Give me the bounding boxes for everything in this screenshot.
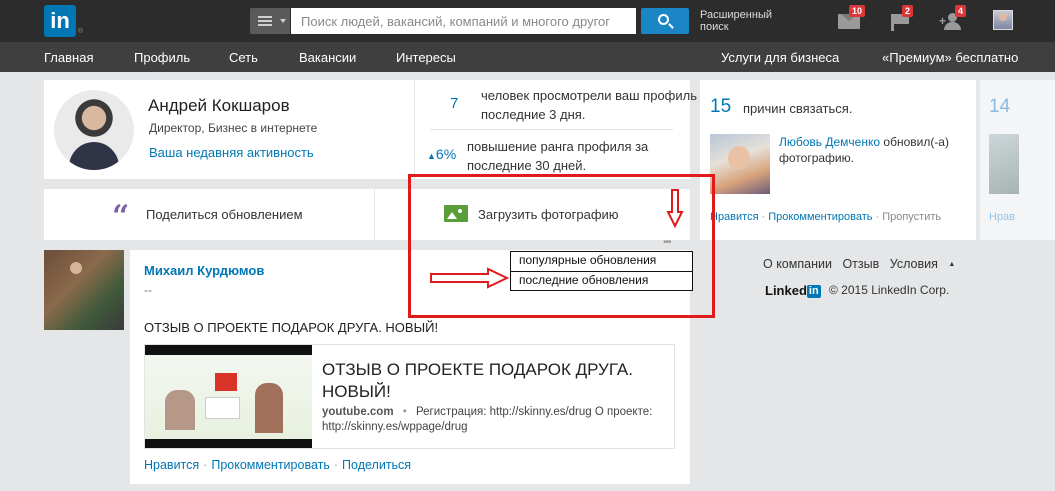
- reasons-label[interactable]: причин связаться.: [743, 101, 852, 116]
- share-divider: [374, 189, 375, 240]
- footer-terms[interactable]: Условия ▲: [890, 257, 963, 271]
- post-author-avatar[interactable]: [44, 250, 124, 330]
- feed-sort-menu: популярные обновления последние обновлен…: [510, 251, 693, 291]
- search-button[interactable]: [641, 8, 689, 34]
- profile-views-count[interactable]: 7: [450, 95, 458, 112]
- reasons-count-next[interactable]: 14: [989, 96, 1010, 118]
- nav-premium[interactable]: «Премиум» бесплатно: [882, 50, 1018, 65]
- rc-skip-button[interactable]: Пропустить: [882, 211, 941, 223]
- connection-actions: Нравится · Прокомментировать · Пропустить: [710, 211, 942, 223]
- arrow-up-icon: ▲: [427, 151, 436, 161]
- stats-divider: [430, 129, 673, 130]
- connection-avatar[interactable]: [710, 134, 770, 194]
- caret-up-icon: ▲: [948, 261, 956, 268]
- rank-change-text[interactable]: повышение ранга профиля за последние 30 …: [467, 137, 712, 175]
- copyright: © 2015 LinkedIn Corp.: [829, 283, 950, 297]
- nav-business-services[interactable]: Услуги для бизнеса: [721, 50, 839, 65]
- preview-source: youtube.com: [322, 406, 394, 418]
- sort-recent-option[interactable]: последние обновления: [511, 271, 692, 290]
- menu-icon: [258, 16, 272, 26]
- profile-name[interactable]: Андрей Кокшаров: [148, 96, 290, 116]
- rc-like-button[interactable]: Нравится: [710, 211, 759, 223]
- connection-update: Любовь Демченко обновил(-а) фотографию.: [779, 134, 969, 166]
- search-icon: [658, 14, 669, 25]
- search-input[interactable]: [291, 8, 636, 34]
- post-actions: Нравится · Прокомментировать · Поделиться: [144, 458, 412, 472]
- messages-button[interactable]: 10: [838, 5, 866, 30]
- preview-meta: youtube.com • Регистрация: http://skinny…: [322, 406, 653, 433]
- share-update-button[interactable]: Поделиться обновлением: [146, 207, 303, 222]
- account-avatar[interactable]: [993, 10, 1013, 30]
- connection-avatar-next[interactable]: [989, 134, 1019, 194]
- linkedin-logo[interactable]: in: [44, 5, 76, 37]
- nav-interests[interactable]: Интересы: [396, 50, 456, 65]
- rc2-like-button[interactable]: Нрав: [989, 211, 1015, 223]
- footer-about[interactable]: О компании: [763, 257, 832, 271]
- profile-views-text[interactable]: человек просмотрели ваш профиль за после…: [481, 86, 726, 124]
- like-button[interactable]: Нравится: [144, 458, 199, 472]
- nav-profile[interactable]: Профиль: [134, 50, 190, 65]
- post-author-name[interactable]: Михаил Курдюмов: [144, 263, 264, 278]
- profile-avatar[interactable]: [54, 90, 134, 170]
- quote-icon: “: [112, 199, 130, 234]
- profile-headline: Директор, Бизнес в интернете: [149, 121, 318, 135]
- footer-feedback[interactable]: Отзыв: [842, 257, 879, 271]
- comment-button[interactable]: Прокомментировать: [211, 458, 330, 472]
- post-text: ОТЗЫВ О ПРОЕКТЕ ПОДАРОК ДРУГА. НОВЫЙ!: [144, 320, 439, 335]
- video-thumbnail[interactable]: [145, 345, 312, 448]
- reasons-count[interactable]: 15: [710, 96, 731, 118]
- preview-title[interactable]: ОТЗЫВ О ПРОЕКТЕ ПОДАРОК ДРУГА. НОВЫЙ!: [322, 359, 662, 403]
- link-preview[interactable]: ОТЗЫВ О ПРОЕКТЕ ПОДАРОК ДРУГА. НОВЫЙ! yo…: [144, 344, 675, 449]
- top-bar: in ® Расширенный поиск 10 2 + 4: [0, 0, 1055, 42]
- rank-change[interactable]: ▲6%: [427, 146, 456, 162]
- sort-popular-option[interactable]: популярные обновления: [511, 252, 692, 271]
- share-button[interactable]: Поделиться: [342, 458, 411, 472]
- advanced-search-link[interactable]: Расширенный поиск: [700, 9, 790, 33]
- connection-name[interactable]: Любовь Демченко: [779, 135, 880, 149]
- footer-logo: Linked in: [765, 283, 821, 298]
- registered-mark: ®: [78, 28, 84, 35]
- annotation-frame: [408, 174, 715, 318]
- add-connections-button[interactable]: + 4: [939, 5, 967, 30]
- post-author-headline: --: [144, 283, 152, 297]
- profile-divider: [414, 80, 415, 179]
- nav-network[interactable]: Сеть: [229, 50, 258, 65]
- connections-badge: 4: [955, 5, 967, 17]
- chevron-down-icon: [280, 19, 286, 23]
- nav-home[interactable]: Главная: [44, 50, 93, 65]
- main-nav: Главная Профиль Сеть Вакансии Интересы У…: [0, 42, 1055, 72]
- rc-comment-button[interactable]: Прокомментировать: [768, 211, 872, 223]
- search-category-button[interactable]: [250, 8, 290, 34]
- nav-jobs[interactable]: Вакансии: [299, 50, 356, 65]
- notifications-badge: 2: [902, 5, 914, 17]
- messages-badge: 10: [849, 5, 866, 17]
- recent-activity-link[interactable]: Ваша недавняя активность: [149, 145, 314, 160]
- footer-links: О компании Отзыв Условия ▲: [763, 257, 969, 271]
- notifications-button[interactable]: 2: [891, 5, 914, 31]
